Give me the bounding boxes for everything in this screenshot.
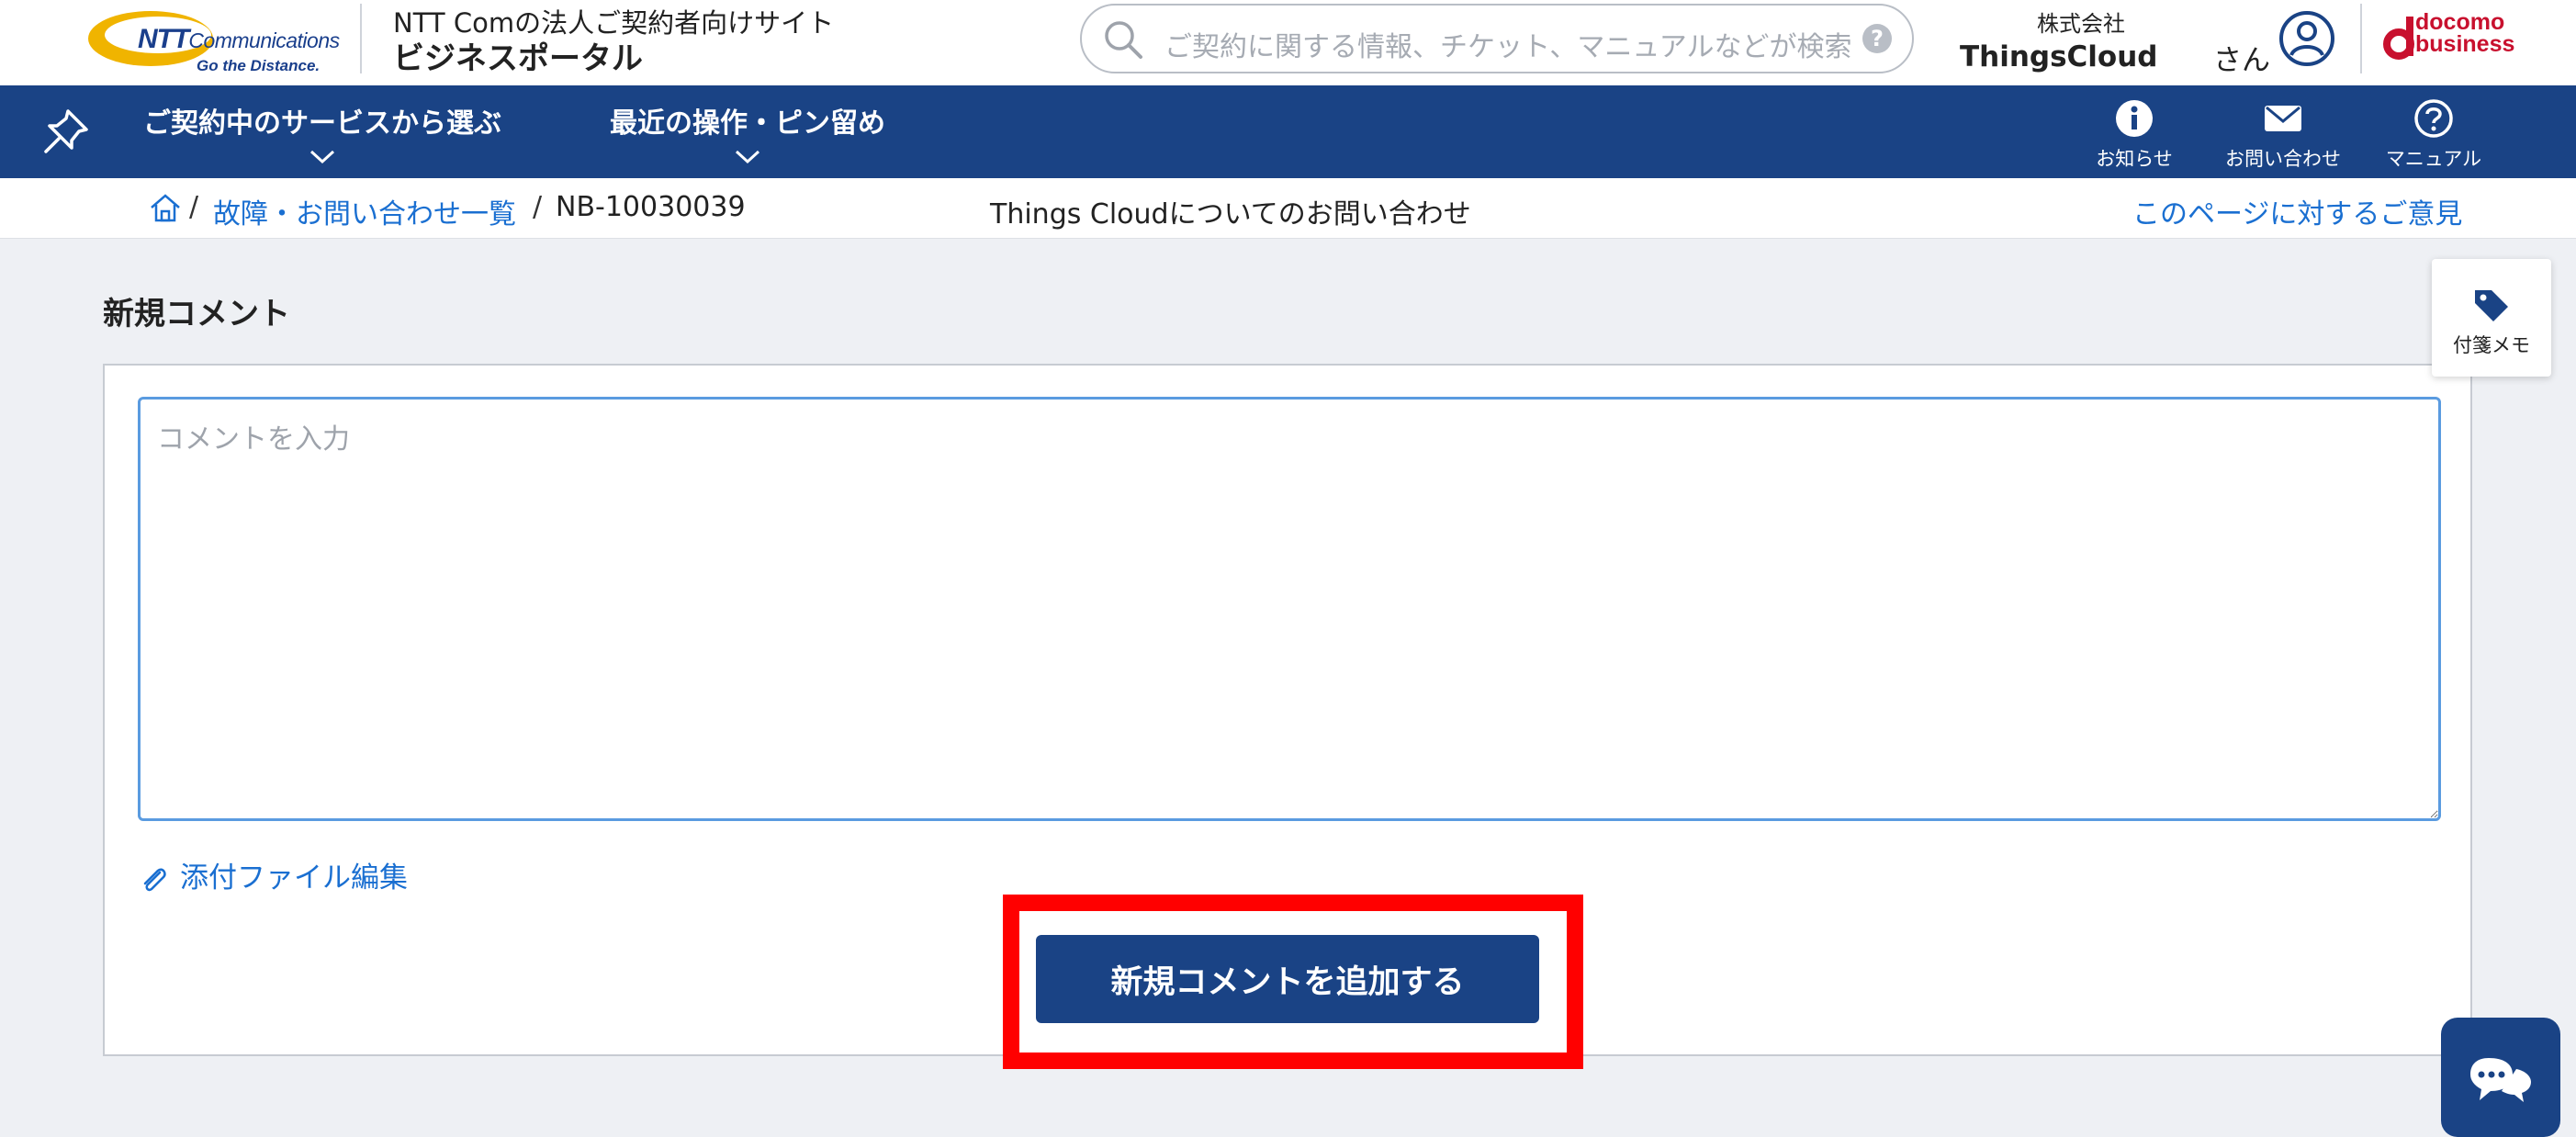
nav-notifications-label: お知らせ [2096, 148, 2173, 170]
docomo-business-logo[interactable]: docomo business [2415, 11, 2515, 57]
sticky-memo-label: 付箋メモ [2453, 334, 2530, 356]
chevron-down-icon [309, 150, 335, 164]
company-kind: 株式会社 [2037, 11, 2125, 37]
breadcrumb-ticket-list[interactable]: 故障・お問い合わせ一覧 [213, 191, 516, 231]
main-nav: ご契約中のサービスから選ぶ 最近の操作・ピン留め お知らせ お問い合わせ マニュ… [0, 85, 2576, 178]
help-icon [2414, 99, 2453, 138]
sticky-memo-tab[interactable]: 付箋メモ [2432, 259, 2551, 377]
paperclip-icon [143, 868, 166, 891]
tag-icon [2475, 290, 2508, 321]
breadcrumb-separator: / [189, 191, 199, 223]
add-comment-button[interactable]: 新規コメントを追加する [1036, 935, 1539, 1023]
nav-manual-label: マニュアル [2385, 148, 2482, 170]
nav-menu-services[interactable]: ご契約中のサービスから選ぶ [143, 100, 501, 164]
breadcrumb-ticket-id: NB-10030039 [556, 191, 746, 223]
logo-tagline: Go the Distance. [197, 57, 321, 74]
company-name: ThingsCloud [1960, 40, 2158, 73]
breadcrumb: / 故障・お問い合わせ一覧 / NB-10030039 Things Cloud… [0, 178, 2576, 239]
new-comment-heading: 新規コメント [103, 296, 290, 332]
search-help-icon[interactable]: ? [1862, 24, 1892, 53]
pin-icon[interactable] [40, 106, 92, 157]
breadcrumb-separator: / [533, 191, 543, 223]
nav-contact[interactable]: お問い合わせ [2210, 98, 2357, 172]
chat-bubble-icon [2470, 1058, 2531, 1102]
attach-files-label: 添付ファイル編集 [180, 861, 408, 895]
docomo-line2: business [2415, 31, 2515, 57]
search-input[interactable]: ご契約に関する情報、チケット、マニュアルなどが検索 [1164, 24, 1852, 64]
chat-support-button[interactable] [2441, 1018, 2560, 1137]
comment-textarea[interactable] [138, 397, 2441, 821]
search-box[interactable]: ご契約に関する情報、チケット、マニュアルなどが検索 ? [1080, 4, 1914, 73]
ntt-communications-logo[interactable]: NTTCommunications Go the Distance. [86, 4, 340, 75]
logo-brand-sub: Communications [188, 28, 340, 52]
attach-files-link[interactable]: 添付ファイル編集 [138, 854, 408, 896]
logo-brand: NTT [138, 24, 189, 54]
nav-notifications[interactable]: お知らせ [2061, 98, 2208, 172]
header-divider [360, 4, 362, 73]
search-icon [1105, 21, 1142, 59]
chevron-down-icon [735, 150, 760, 164]
mail-icon [2265, 106, 2301, 131]
nav-menu-recent[interactable]: 最近の操作・ピン留め [610, 100, 885, 164]
nav-contact-label: お問い合わせ [2225, 148, 2341, 170]
page-feedback-link[interactable]: このページに対するご意見 [2132, 191, 2462, 231]
nav-manual[interactable]: マニュアル [2360, 98, 2507, 172]
ticket-subject: Things Cloudについてのお問い合わせ [990, 198, 1471, 231]
info-icon [2116, 100, 2153, 137]
header-divider [2360, 4, 2362, 73]
user-account-icon[interactable] [2278, 9, 2336, 68]
top-header: NTTCommunications Go the Distance. NTT C… [0, 0, 2576, 85]
nav-menu-recent-label: 最近の操作・ピン留め [610, 107, 885, 140]
site-title[interactable]: ビジネスポータル [393, 33, 643, 78]
nav-menu-services-label: ご契約中のサービスから選ぶ [143, 107, 501, 140]
user-honorific: さん [2213, 44, 2270, 77]
home-icon[interactable] [149, 191, 182, 224]
